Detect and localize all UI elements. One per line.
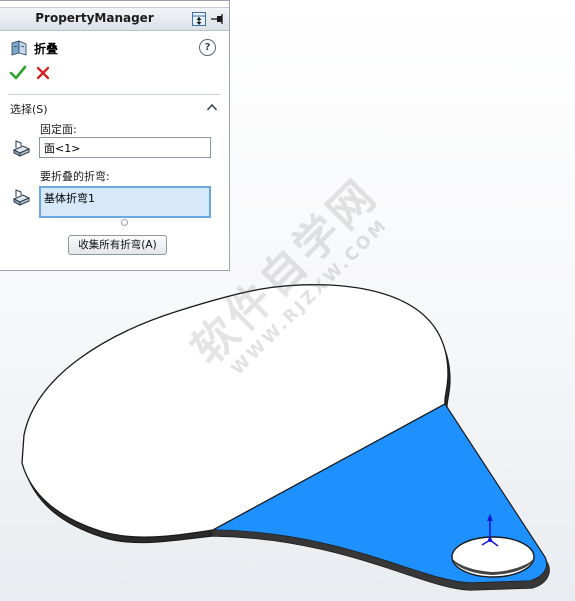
cancel-button[interactable]: [34, 64, 52, 82]
property-manager-header: PropertyManager: [0, 7, 229, 31]
bends-to-fold-list[interactable]: 基体折弯1: [39, 186, 211, 218]
help-button[interactable]: ?: [199, 39, 216, 56]
feature-header: 折叠 ?: [10, 38, 220, 58]
property-manager-panel: PropertyManager 折叠 ? 选择(S) 固定面: 面<1> 要折叠…: [0, 0, 230, 271]
pin-icon[interactable]: [209, 11, 225, 27]
fixed-face-label: 固定面:: [40, 123, 77, 136]
list-resize-handle[interactable]: [121, 219, 128, 226]
section-title: 选择(S): [10, 103, 48, 116]
ok-button[interactable]: [9, 64, 27, 82]
collect-all-bends-button[interactable]: 收集所有折弯(A): [68, 235, 167, 255]
property-manager-title: PropertyManager: [35, 11, 154, 25]
feature-title: 折叠: [34, 42, 59, 56]
chevron-up-icon[interactable]: [206, 102, 218, 112]
face-selection-icon: [12, 189, 31, 206]
fixed-face-field[interactable]: 面<1>: [39, 137, 211, 158]
face-selection-icon: [12, 140, 31, 157]
list-item[interactable]: 基体折弯1: [44, 190, 95, 206]
check-icon: [9, 65, 27, 80]
expand-panel-icon[interactable]: [191, 11, 207, 27]
fold-feature-icon: [11, 40, 27, 56]
selection-section-header[interactable]: 选择(S): [8, 100, 220, 116]
header-icons: [191, 11, 225, 27]
close-icon: [36, 66, 50, 80]
bends-to-fold-label: 要折叠的折弯:: [40, 170, 110, 183]
section-divider: [8, 94, 220, 95]
